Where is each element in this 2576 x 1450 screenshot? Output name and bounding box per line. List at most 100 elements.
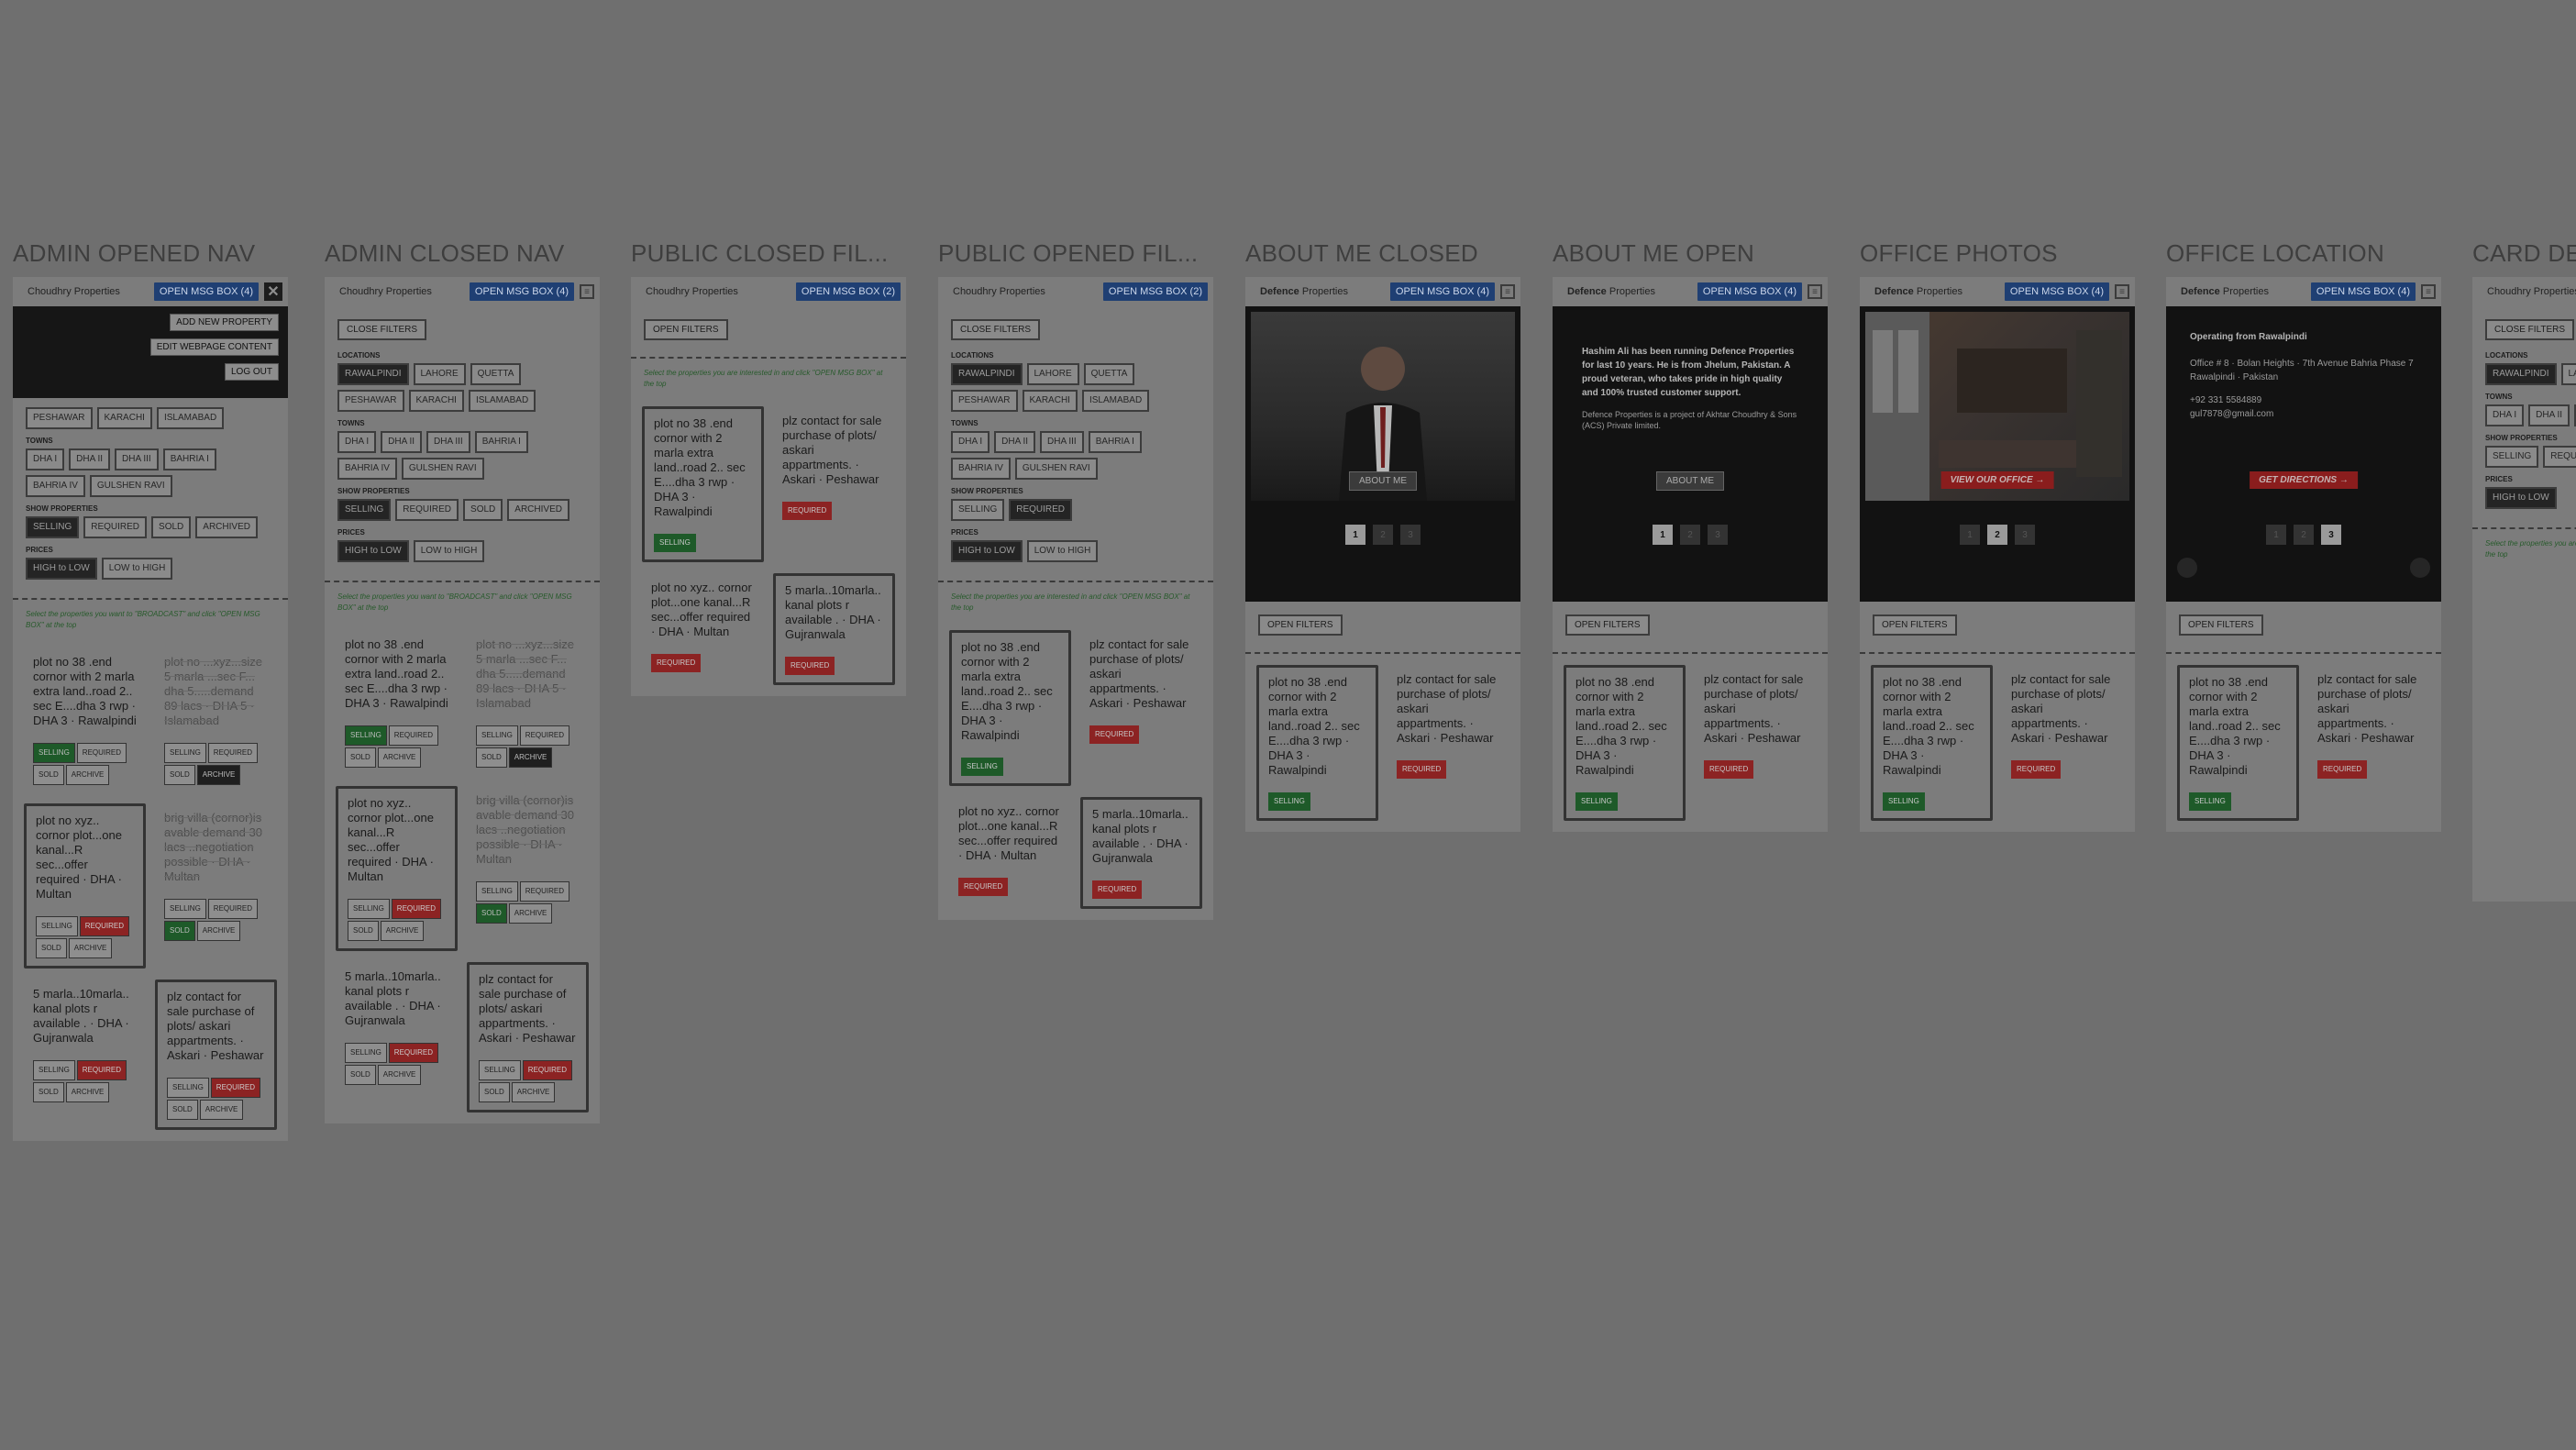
property-card[interactable]: plot no 38 .end cornor with 2 marla extr… — [2177, 665, 2299, 821]
menu-icon[interactable]: ≡ — [2115, 284, 2129, 299]
location-chip-karachi[interactable]: KARACHI — [408, 390, 464, 412]
tag-required[interactable]: REQUIRED — [210, 1078, 261, 1098]
menu-icon[interactable]: ≡ — [1808, 284, 1822, 299]
view-our-office-button[interactable]: VIEW OUR OFFICE → — [1940, 471, 2054, 489]
town-chip[interactable]: DHA III — [115, 448, 159, 470]
tag-required[interactable]: REQUIRED — [207, 743, 259, 763]
price-low-to-high[interactable]: LOW to HIGH — [413, 540, 485, 562]
town-chip[interactable]: BAHRIA IV — [951, 458, 1011, 480]
property-card[interactable]: brig villa (cornor)is avable demand 30 l… — [467, 786, 589, 951]
location-chip-peshawar[interactable]: PESHAWAR — [337, 390, 404, 412]
tag-archive[interactable]: ARCHIVE — [65, 765, 110, 785]
property-card[interactable]: plz contact for sale purchase of plots/ … — [773, 406, 895, 562]
tag-sold[interactable]: SOLD — [476, 747, 507, 768]
tag-required[interactable]: REQUIRED — [522, 1060, 573, 1080]
property-card[interactable]: plz contact for sale purchase of plots/ … — [1695, 665, 1817, 821]
property-card[interactable]: plz contact for sale purchase of plots/ … — [155, 980, 277, 1130]
location-chip-peshawar[interactable]: PESHAWAR — [26, 407, 93, 429]
tag-sold[interactable]: SOLD — [345, 747, 376, 768]
property-card[interactable]: plz contact for sale purchase of plots/ … — [2002, 665, 2124, 821]
open-filters-button[interactable]: OPEN FILTERS — [1873, 614, 1957, 636]
show-chip-selling[interactable]: SELLING — [26, 516, 80, 538]
location-chip-quetta[interactable]: QUETTA — [470, 363, 522, 385]
edit-webpage-content-button[interactable]: EDIT WEBPAGE CONTENT — [149, 338, 279, 356]
tag-selling[interactable]: SELLING — [164, 899, 206, 919]
location-chip-peshawar[interactable]: PESHAWAR — [951, 390, 1018, 412]
pager-dot[interactable]: 2 — [1680, 525, 1700, 545]
open-msg-box-button[interactable]: OPEN MSG BOX (2) — [795, 282, 901, 301]
tag-selling[interactable]: SELLING — [33, 1060, 75, 1080]
tag-archive[interactable]: ARCHIVE — [68, 938, 113, 958]
location-chip-islamabad[interactable]: ISLAMABAD — [468, 390, 536, 412]
pager-dot[interactable]: 3 — [1400, 525, 1421, 545]
next-arrow-icon[interactable] — [2410, 558, 2430, 578]
menu-icon[interactable]: ≡ — [580, 284, 594, 299]
property-card[interactable]: plot no xyz.. cornor plot...one kanal...… — [642, 573, 764, 685]
location-chip-lahore[interactable]: LAHORE — [1026, 363, 1079, 385]
tag-archive[interactable]: ARCHIVE — [377, 1065, 422, 1085]
show-chip-selling[interactable]: SELLING — [337, 499, 392, 521]
pager-dot[interactable]: 3 — [2321, 525, 2341, 545]
price-low-to-high[interactable]: LOW to HIGH — [101, 558, 173, 580]
location-chip-lahore[interactable]: LAHORE — [2560, 363, 2576, 385]
town-chip[interactable]: GULSHEN RAVI — [1014, 458, 1098, 480]
town-chip[interactable]: DHA II — [381, 431, 423, 453]
tag-selling[interactable]: SELLING — [479, 1060, 521, 1080]
open-msg-box-button[interactable]: OPEN MSG BOX (4) — [2310, 282, 2416, 301]
town-chip[interactable]: DHA I — [951, 431, 990, 453]
menu-icon[interactable]: ≡ — [1500, 284, 1515, 299]
town-chip[interactable]: BAHRIA IV — [337, 458, 397, 480]
tag-sold[interactable]: SOLD — [164, 765, 195, 785]
show-chip-selling[interactable]: SELLING — [951, 499, 1005, 521]
town-chip[interactable]: DHA II — [2528, 404, 2570, 426]
town-chip[interactable]: DHA I — [26, 448, 65, 470]
town-chip[interactable]: DHA I — [337, 431, 377, 453]
property-card[interactable]: plot no 38 .end cornor with 2 marla extr… — [642, 406, 764, 562]
price-high-to-low[interactable]: HIGH to LOW — [2485, 487, 2557, 509]
show-chip-archived[interactable]: ARCHIVED — [507, 499, 569, 521]
log-out-button[interactable]: LOG OUT — [224, 363, 279, 381]
price-low-to-high[interactable]: LOW to HIGH — [1026, 540, 1099, 562]
tag-sold[interactable]: SOLD — [348, 921, 379, 941]
property-card[interactable]: plz contact for sale purchase of plots/ … — [467, 962, 589, 1112]
tag-selling[interactable]: SELLING — [345, 725, 387, 746]
open-filters-button[interactable]: OPEN FILTERS — [644, 319, 728, 340]
tag-required[interactable]: REQUIRED — [79, 916, 130, 936]
town-chip[interactable]: DHA II — [69, 448, 111, 470]
tag-archive[interactable]: ARCHIVE — [199, 1100, 244, 1120]
town-chip[interactable]: GULSHEN RAVI — [89, 475, 172, 497]
show-chip-sold[interactable]: SOLD — [463, 499, 503, 521]
show-chip-required[interactable]: REQUIRED — [395, 499, 459, 521]
tag-selling[interactable]: SELLING — [476, 725, 518, 746]
about-me-button[interactable]: ABOUT ME — [1655, 471, 1725, 491]
property-card[interactable]: plot no 38 .end cornor with 2 marla extr… — [949, 630, 1071, 786]
location-chip-quetta[interactable]: QUETTA — [1083, 363, 1135, 385]
tag-selling[interactable]: SELLING — [36, 916, 78, 936]
tag-archive[interactable]: ARCHIVE — [511, 1082, 556, 1102]
property-card[interactable]: plot no 38 .end cornor with 2 marla extr… — [336, 630, 458, 775]
open-filters-button[interactable]: OPEN FILTERS — [2179, 614, 2263, 636]
tag-selling[interactable]: SELLING — [167, 1078, 209, 1098]
tag-archive[interactable]: ARCHIVE — [380, 921, 425, 941]
tag-required[interactable]: REQUIRED — [391, 899, 442, 919]
tag-archive[interactable]: ARCHIVE — [377, 747, 422, 768]
tag-selling[interactable]: SELLING — [348, 899, 390, 919]
property-card[interactable]: plz contact for sale purchase of plots/ … — [1388, 665, 1509, 821]
tag-archive[interactable]: ARCHIVE — [65, 1082, 110, 1102]
property-card[interactable]: plot no ...xyz...size 5 marla ...sec F..… — [467, 630, 589, 775]
tag-sold[interactable]: SOLD — [479, 1082, 510, 1102]
tag-required[interactable]: REQUIRED — [207, 899, 259, 919]
tag-required[interactable]: REQUIRED — [388, 725, 439, 746]
property-card[interactable]: plot no 38 .end cornor with 2 marla extr… — [24, 648, 146, 792]
property-card[interactable]: plot no xyz.. cornor plot...one kanal...… — [336, 786, 458, 951]
open-msg-box-button[interactable]: OPEN MSG BOX (4) — [469, 282, 574, 301]
location-chip-rawalpindi[interactable]: RAWALPINDI — [2485, 363, 2557, 385]
menu-icon[interactable]: ≡ — [2421, 284, 2436, 299]
get-directions-button[interactable]: GET DIRECTIONS → — [2250, 471, 2358, 489]
price-high-to-low[interactable]: HIGH to LOW — [951, 540, 1023, 562]
location-chip-islamabad[interactable]: ISLAMABAD — [1081, 390, 1150, 412]
tag-required[interactable]: REQUIRED — [76, 743, 127, 763]
property-card[interactable]: 5 marla..10marla.. kanal plots r availab… — [24, 980, 146, 1130]
pager-dot[interactable]: 1 — [1653, 525, 1673, 545]
about-me-button[interactable]: ABOUT ME — [1348, 471, 1418, 491]
